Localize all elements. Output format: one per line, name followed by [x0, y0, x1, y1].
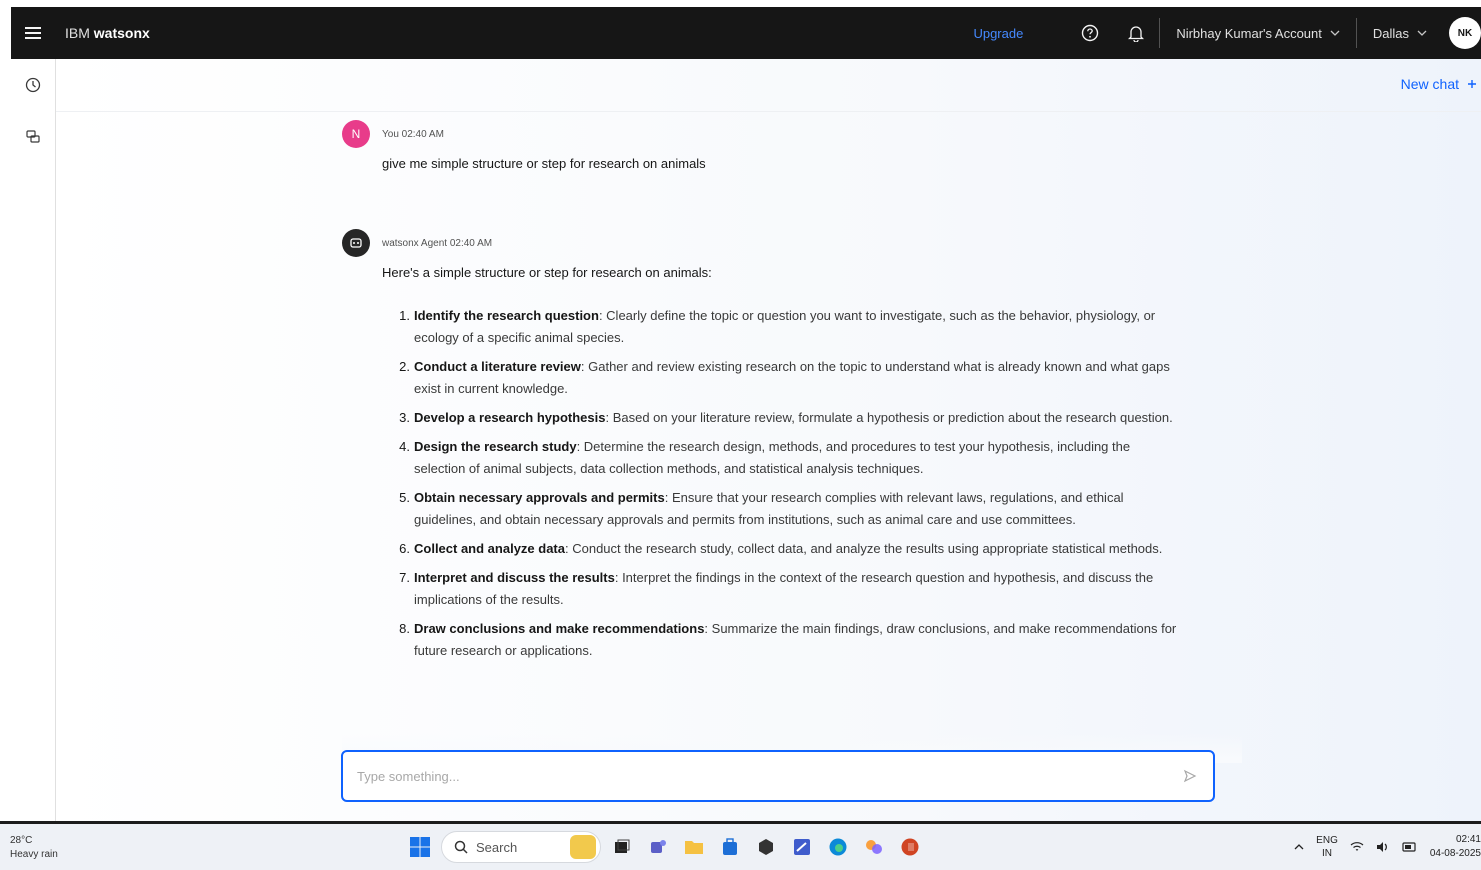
volume-icon[interactable] [1376, 841, 1390, 853]
notification-bell-icon[interactable] [1113, 7, 1159, 59]
list-item: 4. Design the research study: Determine t… [399, 439, 1131, 476]
weather-temp: 28°C [10, 835, 33, 846]
account-name: Nirbhay Kumar's Account [1176, 25, 1322, 41]
steps-list: 1. Identify the research question: Clearl… [382, 305, 1182, 669]
chat-sessions-icon[interactable] [11, 111, 55, 163]
windows-start-icon[interactable] [405, 832, 435, 862]
chevron-down-icon [1330, 30, 1340, 36]
chat-toolbar: New chat [56, 59, 1481, 112]
edge-browser-icon[interactable] [823, 832, 853, 862]
clock[interactable]: 02:41 04-08-2025 [1430, 833, 1481, 861]
language-indicator[interactable]: ENG IN [1316, 834, 1338, 860]
battery-icon[interactable] [1402, 842, 1418, 852]
powerpoint-icon[interactable] [895, 832, 925, 862]
window-top-edge [0, 0, 1481, 7]
list-item: 3. Develop a research hypothesis: Based o… [399, 410, 1173, 425]
chevron-up-icon[interactable] [1294, 844, 1304, 850]
agent-intro-text: Here's a simple structure or step for re… [382, 265, 712, 280]
message-input[interactable] [343, 768, 1167, 784]
list-item: 5. Obtain necessary approvals and permits… [399, 490, 1124, 527]
user-message-text: give me simple structure or step for res… [382, 156, 706, 171]
new-chat-button[interactable]: New chat [1401, 76, 1477, 92]
account-switcher[interactable]: Nirbhay Kumar's Account [1160, 26, 1356, 41]
list-item: 1. Identify the research question: Clearl… [399, 308, 1156, 345]
wifi-icon[interactable] [1350, 841, 1364, 853]
file-explorer-icon[interactable] [679, 832, 709, 862]
message-meta: watsonx Agent 02:40 AM [382, 237, 493, 249]
plus-icon [1468, 80, 1476, 88]
app-hexagon-icon[interactable] [751, 832, 781, 862]
new-chat-label: New chat [1400, 76, 1459, 92]
chevron-down-icon [1417, 30, 1427, 36]
taskbar-search[interactable]: Search [441, 831, 601, 863]
region-switcher[interactable]: Dallas [1357, 26, 1443, 41]
taskbar-apps: Search [405, 831, 925, 863]
user-avatar[interactable]: NK [1449, 17, 1481, 49]
os-taskbar: 28°C Heavy rain Search ENG IN 02:41 04-0… [0, 821, 1481, 870]
user-message: N You 02:40 AM give me simple structure … [342, 120, 706, 171]
chat-area: New chat N You 02:40 AM give me simple s… [56, 59, 1481, 821]
search-icon [454, 840, 468, 854]
message-meta: You 02:40 AM [382, 128, 444, 140]
task-view-icon[interactable] [607, 832, 637, 862]
search-highlight-icon [570, 835, 596, 859]
store-icon[interactable] [715, 832, 745, 862]
agent-avatar-icon [342, 229, 370, 257]
user-message-avatar: N [342, 120, 370, 148]
vscode-icon[interactable] [787, 832, 817, 862]
list-item: 2. Conduct a literature review: Gather an… [399, 359, 1170, 396]
list-item: 7. Interpret and discuss the results: Int… [399, 570, 1154, 607]
help-icon[interactable] [1067, 7, 1113, 59]
system-tray: ENG IN 02:41 04-08-2025 [1294, 833, 1481, 861]
top-header: IBM watsonx Upgrade Nirbhay Kumar's Acco… [11, 7, 1481, 59]
weather-desc: Heavy rain [10, 849, 58, 860]
teams-icon[interactable] [643, 832, 673, 862]
left-rail [11, 59, 56, 821]
message-composer [341, 750, 1215, 802]
list-item: 8. Draw conclusions and make recommendati… [399, 621, 1177, 658]
send-icon[interactable] [1167, 752, 1213, 800]
list-item: 6. Collect and analyze data: Conduct the … [399, 541, 1163, 556]
search-label: Search [476, 839, 518, 855]
brand-logo[interactable]: IBM watsonx [65, 25, 150, 41]
weather-widget[interactable]: 28°C Heavy rain [10, 834, 58, 862]
upgrade-link[interactable]: Upgrade [973, 26, 1023, 41]
copilot-icon[interactable] [859, 832, 889, 862]
history-icon[interactable] [11, 59, 55, 111]
region-name: Dallas [1372, 25, 1409, 41]
agent-message: watsonx Agent 02:40 AM Here's a simple s… [342, 229, 712, 280]
menu-icon[interactable] [11, 7, 55, 59]
